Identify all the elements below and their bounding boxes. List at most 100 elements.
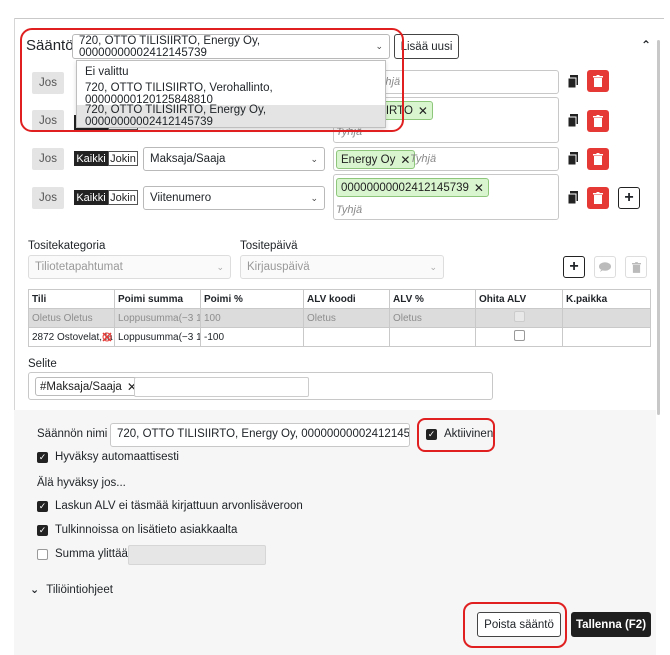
auto-approve-row: ✓ Hyväksy automaattisesti bbox=[37, 451, 179, 463]
cell-skip-vat[interactable] bbox=[475, 327, 563, 347]
save-button[interactable]: Tallenna (F2) bbox=[571, 612, 651, 637]
trash-icon bbox=[631, 261, 641, 273]
date-value: Kirjauspäivä bbox=[247, 261, 310, 273]
row1-copy-icon[interactable] bbox=[568, 75, 578, 88]
frame-border-top bbox=[14, 18, 664, 19]
delete-rule-button[interactable]: Poista sääntö bbox=[477, 612, 561, 637]
row3-kaikki-toggle[interactable]: Kaikki bbox=[74, 151, 108, 166]
row4-copy-icon[interactable] bbox=[568, 191, 578, 204]
active-checkbox[interactable]: ✓ bbox=[426, 428, 437, 440]
row3-tag: Energy Oy ✕ bbox=[336, 150, 416, 169]
cell-pick-sum[interactable]: Loppusumma(−3 13 bbox=[114, 308, 201, 328]
row4-value-field[interactable]: 00000000002412145739 ✕ Tyhjä bbox=[333, 174, 559, 220]
active-row: ✓ Aktiivinen bbox=[426, 428, 493, 440]
table-header-row: Tili Poimi summa Poimi % ALV koodi ALV %… bbox=[28, 289, 651, 309]
col-header: Ohita ALV bbox=[475, 289, 563, 309]
posting-table: Tili Poimi summa Poimi % ALV koodi ALV %… bbox=[28, 289, 651, 347]
row4-delete-button[interactable] bbox=[587, 187, 609, 209]
scrollbar[interactable] bbox=[657, 40, 660, 415]
row3-value-field[interactable]: Energy Oy ✕ Tyhjä bbox=[333, 147, 559, 171]
remove-tag-icon[interactable]: ✕ bbox=[474, 181, 484, 195]
cell-cost-center[interactable] bbox=[562, 327, 651, 347]
description-tag-text: #Maksaja/Saaja bbox=[40, 380, 122, 393]
skip-vat-checkbox[interactable] bbox=[513, 311, 525, 322]
row3-jokin-toggle[interactable]: Jokin bbox=[108, 151, 138, 166]
cell-account-text: 2872 Ostovelat, la bbox=[32, 331, 113, 343]
row4-jos-label: Jos bbox=[32, 187, 64, 209]
description-input[interactable] bbox=[134, 377, 309, 397]
row3-copy-icon[interactable] bbox=[568, 152, 578, 165]
row4-field-value: Viitenumero bbox=[150, 192, 212, 204]
cell-account[interactable]: 2872 Ostovelat, la bbox=[28, 327, 115, 347]
add-condition-button[interactable]: + bbox=[618, 187, 640, 209]
delete-row-button[interactable] bbox=[625, 256, 647, 278]
description-field[interactable]: #Maksaja/Saaja ✕ bbox=[28, 372, 493, 400]
sum-exceeds-checkbox[interactable] bbox=[37, 548, 48, 560]
active-label: Aktiivinen bbox=[444, 428, 494, 440]
cell-skip-vat[interactable] bbox=[475, 308, 563, 328]
date-select[interactable]: Kirjauspäivä ⌄ bbox=[240, 255, 444, 279]
chevron-down-icon: ⌄ bbox=[30, 584, 40, 596]
comment-icon bbox=[599, 262, 611, 272]
sum-exceeds-input[interactable] bbox=[128, 545, 266, 565]
category-select[interactable]: Tiliotetapahtumat ⌄ bbox=[28, 255, 231, 279]
instructions-toggle[interactable]: ⌄ Tiliöintiohjeet bbox=[30, 583, 113, 597]
cell-pick-percent[interactable]: 100 bbox=[200, 308, 304, 328]
description-label: Selite bbox=[28, 358, 57, 370]
cell-account[interactable]: Oletus Oletus bbox=[28, 308, 115, 328]
cond1-row: ✓ Laskun ALV ei täsmää kirjattuun arvonl… bbox=[37, 500, 303, 512]
row4-field-select[interactable]: Viitenumero ⌄ bbox=[143, 186, 325, 210]
cell-vat-code[interactable] bbox=[303, 327, 390, 347]
frame-border-left bbox=[14, 18, 15, 418]
table-row: Oletus Oletus Loppusumma(−3 13 100 Oletu… bbox=[28, 308, 651, 328]
cell-vat-percent[interactable]: Oletus bbox=[389, 308, 476, 328]
row4-kaikki-toggle[interactable]: Kaikki bbox=[74, 190, 108, 205]
remove-tag-icon[interactable]: ✕ bbox=[400, 153, 410, 167]
auto-approve-checkbox[interactable]: ✓ bbox=[37, 451, 48, 463]
row4-placeholder: Tyhjä bbox=[336, 204, 363, 216]
instructions-label: Tiliöintiohjeet bbox=[46, 583, 113, 596]
cell-vat-percent[interactable] bbox=[389, 327, 476, 347]
highlight-rule-selector bbox=[20, 28, 404, 132]
col-header: Poimi % bbox=[200, 289, 304, 309]
chevron-down-icon: ⌄ bbox=[216, 261, 224, 272]
vat-mismatch-checkbox[interactable]: ✓ bbox=[37, 500, 48, 512]
date-label: Tositepäivä bbox=[240, 240, 298, 252]
row3-jos-label: Jos bbox=[32, 148, 64, 170]
comment-button[interactable] bbox=[594, 256, 616, 278]
plus-icon: + bbox=[569, 258, 579, 275]
chevron-down-icon: ⌄ bbox=[429, 261, 437, 272]
chevron-down-icon: ⌄ bbox=[310, 192, 318, 203]
row3-tag-text: Energy Oy bbox=[341, 153, 396, 166]
category-label: Tositekategoria bbox=[28, 240, 106, 252]
cond2-row: ✓ Tulkinnoissa on lisätieto asiakkaalta bbox=[37, 524, 237, 536]
sum-exceeds-label: Summa ylittää bbox=[55, 548, 128, 560]
row4-jokin-toggle[interactable]: Jokin bbox=[108, 190, 138, 205]
plus-icon: + bbox=[624, 189, 634, 206]
cell-pick-percent[interactable]: -100 bbox=[200, 327, 304, 347]
skip-vat-checkbox[interactable] bbox=[513, 330, 525, 341]
auto-approve-label: Hyväksy automaattisesti bbox=[55, 451, 179, 463]
col-header: K.paikka bbox=[562, 289, 651, 309]
cond3-row: Summa ylittää bbox=[37, 548, 128, 560]
vat-mismatch-label: Laskun ALV ei täsmää kirjattuun arvonlis… bbox=[55, 500, 303, 512]
remove-tag-icon[interactable]: ✕ bbox=[418, 104, 428, 118]
cell-pick-sum[interactable]: Loppusumma(−3 13 bbox=[114, 327, 201, 347]
collapse-chevron-up-icon[interactable]: ⌃ bbox=[641, 38, 651, 52]
trash-icon bbox=[593, 75, 603, 87]
row1-delete-button[interactable] bbox=[587, 70, 609, 92]
row3-field-value: Maksaja/Saaja bbox=[150, 153, 226, 165]
row3-delete-button[interactable] bbox=[587, 148, 609, 170]
cell-cost-center[interactable] bbox=[562, 308, 651, 328]
cell-vat-code[interactable]: Oletus bbox=[303, 308, 390, 328]
category-value: Tiliotetapahtumat bbox=[35, 261, 123, 273]
customer-info-label: Tulkinnoissa on lisätieto asiakkaalta bbox=[55, 524, 238, 536]
customer-info-checkbox[interactable]: ✓ bbox=[37, 524, 48, 536]
row2-delete-button[interactable] bbox=[587, 110, 609, 132]
row2-copy-icon[interactable] bbox=[568, 114, 578, 127]
unlink-icon[interactable] bbox=[102, 332, 112, 342]
add-row-button[interactable]: + bbox=[563, 256, 585, 278]
rule-name-input[interactable]: 720, OTTO TILISIIRTO, Energy Oy, 0000000… bbox=[110, 423, 410, 447]
row4-tag: 00000000002412145739 ✕ bbox=[336, 178, 489, 197]
row3-field-select[interactable]: Maksaja/Saaja ⌄ bbox=[143, 147, 325, 171]
